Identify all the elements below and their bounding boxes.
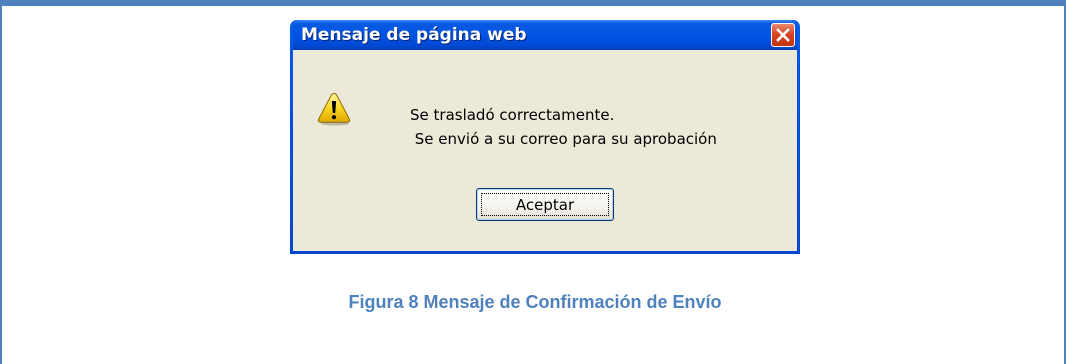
message-dialog: Mensaje de página web Se trasladó correc…	[290, 20, 800, 254]
message-line-2: Se envió a su correo para su aprobación	[410, 130, 717, 148]
close-icon	[776, 28, 790, 42]
dialog-message: Se trasladó correctamente. Se envió a su…	[410, 103, 717, 151]
dialog-body: Se trasladó correctamente. Se envió a su…	[293, 50, 797, 251]
message-line-1: Se trasladó correctamente.	[410, 106, 615, 124]
dialog-titlebar[interactable]: Mensaje de página web	[293, 20, 797, 50]
close-button[interactable]	[771, 23, 795, 47]
warning-icon	[317, 92, 351, 126]
dialog-title: Mensaje de página web	[301, 25, 527, 45]
ok-button-label: Aceptar	[515, 195, 575, 214]
ok-button[interactable]: Aceptar	[476, 188, 614, 221]
document-frame: Mensaje de página web Se trasladó correc…	[0, 0, 1066, 364]
figure-caption: Figura 8 Mensaje de Confirmación de Enví…	[348, 292, 722, 312]
